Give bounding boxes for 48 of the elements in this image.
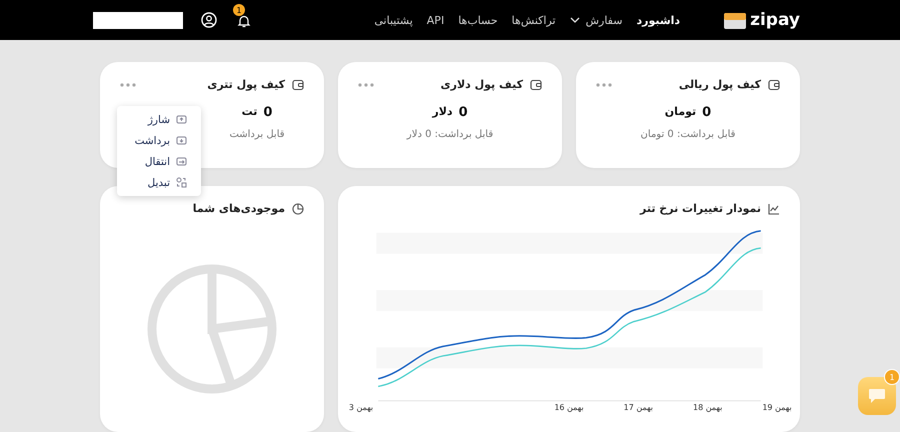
axis-label: بهمن 17 [624,402,653,412]
nav-link[interactable]: سفارش [570,14,622,26]
currency-unit: تومان [664,105,696,120]
menu-item[interactable]: انتقال [117,151,201,172]
currency-unit: دلار [432,105,453,120]
nav-link[interactable]: تراکنش‌ها [512,14,556,26]
chat-icon [868,388,886,404]
currency-unit: تت [242,105,258,120]
card-title: نمودار تغییرات نرخ تتر [640,202,761,215]
menu-item[interactable]: برداشت [117,130,201,151]
notification-badge: 1 [233,4,245,16]
balance-amount: 0 [702,105,712,120]
logo[interactable]: zipay [724,10,800,30]
user-icon[interactable] [201,12,217,28]
withdrawable-text: قابل برداشت [228,129,286,140]
wallet-icon [292,78,304,90]
axis-label: بهمن 18 [692,402,722,412]
withdrawable-text: قابل برداشت: 0 تومان [640,129,736,140]
line-chart-icon [768,202,780,214]
convert-icon [176,177,187,188]
balance-amount: 0 [263,105,272,120]
card-title: موجودی‌های شما [192,202,285,215]
axis-label: بهمن 19 [762,402,792,412]
nav-link[interactable]: پشتیبانی [374,14,413,26]
more-icon[interactable] [596,82,612,86]
nav-link[interactable]: API [426,14,444,26]
more-icon[interactable] [120,82,136,86]
axis-label: بهمن 16 [554,402,584,412]
balance-amount: 0 [458,105,468,120]
withdraw-icon [176,135,187,146]
withdrawable-text: قابل برداشت: 0 دلار [406,129,494,140]
more-icon[interactable] [358,82,374,86]
wallet-icon [530,78,542,90]
card-title: کیف پول ریالی [678,78,761,91]
nav-link[interactable]: حساب‌ها [458,14,498,26]
menu-item[interactable]: تبدیل [117,172,201,193]
pie-chart-icon [292,202,304,214]
card-title: کیف پول تتری [207,78,285,91]
nav-link[interactable]: داشبورد [636,14,680,26]
menu-item[interactable]: شارژ [117,109,201,130]
axis-label: بهمن 3 [348,402,374,412]
transfer-icon [176,156,187,167]
notification-badge: 1 [884,369,900,385]
charge-icon [176,114,187,125]
input-field[interactable] [93,12,183,28]
wallet-icon [768,78,780,90]
card-title: کیف پول دلاری [440,78,523,91]
bell-icon[interactable] [237,14,251,28]
